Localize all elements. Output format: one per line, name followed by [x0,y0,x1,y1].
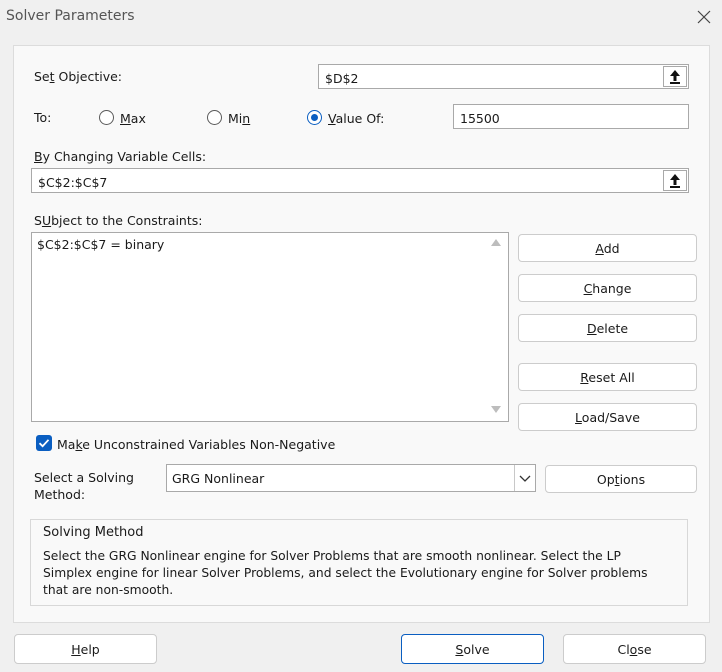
options-button[interactable]: Options [545,465,697,493]
chevron-down-icon[interactable] [517,470,533,486]
min-radio[interactable] [207,110,222,125]
max-label: Max [120,111,146,126]
objective-cell-value: $D$2 [325,71,359,86]
upload-arrow-icon [670,174,680,188]
solving-method-title: Solving Method [43,525,144,540]
set-objective-label: Set Objective: [34,69,122,84]
objective-cell-input[interactable]: $D$2 [318,64,689,89]
solving-method-description: Select the GRG Nonlinear engine for Solv… [43,549,648,597]
min-label: Min [228,111,251,126]
changing-cells-value: $C$2:$C$7 [38,175,108,190]
change-button[interactable]: Change [518,274,697,302]
solving-method-select[interactable]: GRG Nonlinear [166,464,536,492]
non-negative-label: Make Unconstrained Variables Non-Negativ… [57,437,336,452]
changing-cells-label: By Changing Variable Cells: [34,149,207,164]
load-save-button[interactable]: Load/Save [518,403,697,431]
add-button[interactable]: Add [518,234,697,262]
reset-all-button[interactable]: Reset All [518,363,697,391]
solving-method-value: GRG Nonlinear [172,471,265,486]
value-of-input[interactable]: 15500 [453,104,689,129]
changing-cells-input[interactable]: $C$2:$C$7 [31,168,689,193]
solving-method-label-line1: Select a Solving [34,470,134,485]
constraints-label: SUbject to the Constraints: [34,213,203,228]
scroll-down-icon[interactable] [491,406,501,413]
value-of-label: Value Of: [328,111,385,126]
window-title: Solver Parameters [6,8,135,24]
constraint-item[interactable]: $C$2:$C$7 = binary [37,237,164,252]
close-icon[interactable] [692,5,716,29]
select-divider [514,465,515,491]
changing-cells-collapse-button[interactable] [663,170,687,191]
help-button[interactable]: Help [14,634,157,664]
solving-method-label-line2: Method: [34,487,86,502]
solving-method-label: Select a Solving Method: [34,469,134,503]
constraints-list[interactable]: $C$2:$C$7 = binary [31,232,509,422]
max-radio[interactable] [99,110,114,125]
solve-button[interactable]: Solve [401,634,544,664]
upload-arrow-icon [670,70,680,84]
to-label: To: [34,110,52,125]
value-of-radio[interactable] [307,110,322,125]
scroll-up-icon[interactable] [491,239,501,246]
delete-button[interactable]: Delete [518,314,697,342]
objective-collapse-button[interactable] [663,66,687,87]
non-negative-checkbox[interactable] [36,435,52,451]
close-button[interactable]: Close [563,634,706,664]
value-of-value: 15500 [460,111,500,126]
checkmark-icon [38,439,50,448]
